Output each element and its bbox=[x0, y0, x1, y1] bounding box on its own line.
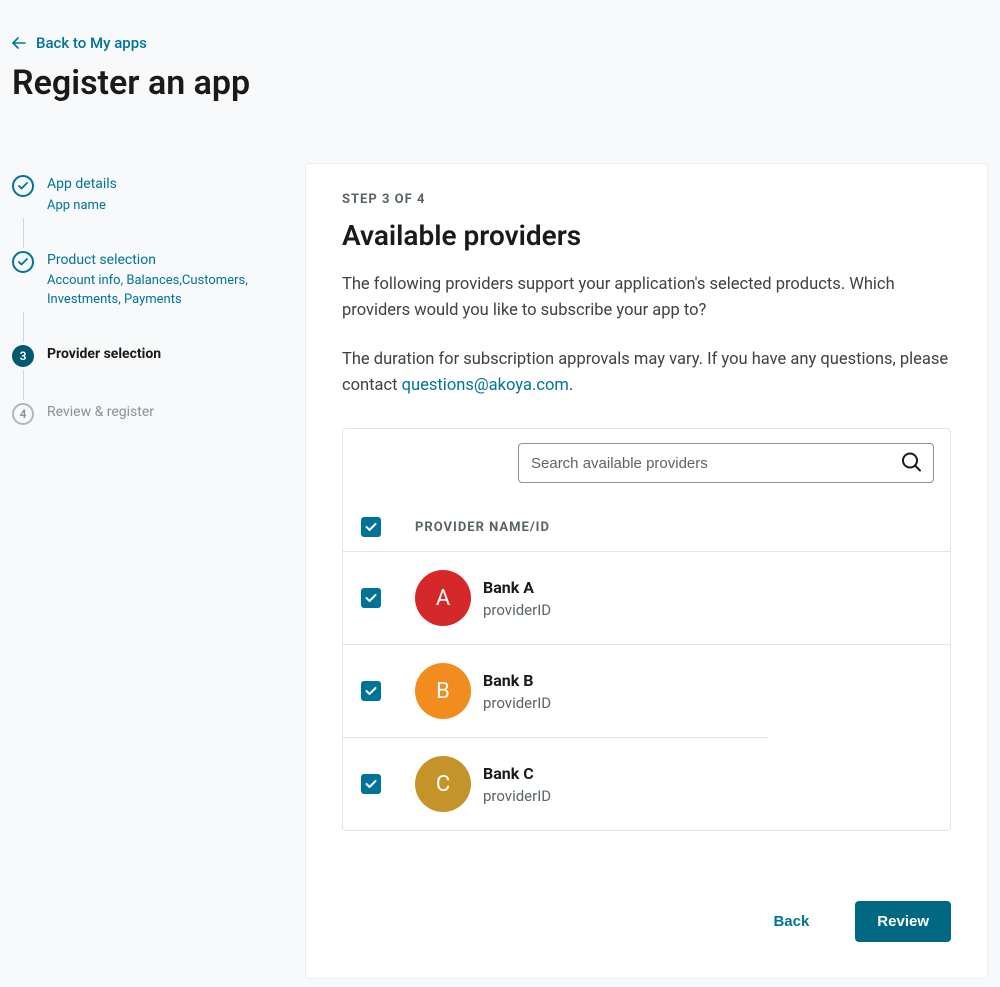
check-circle-icon bbox=[12, 175, 34, 197]
back-link-label: Back to My apps bbox=[36, 34, 147, 52]
back-to-apps-link[interactable]: Back to My apps bbox=[12, 34, 147, 52]
provider-id: providerID bbox=[483, 601, 551, 619]
step-product-selection[interactable]: Product selection Account info, Balances… bbox=[12, 251, 257, 309]
provider-name: Bank B bbox=[483, 671, 551, 690]
card-title: Available providers bbox=[342, 219, 951, 252]
arrow-left-icon bbox=[12, 37, 26, 49]
row-checkbox[interactable] bbox=[361, 588, 381, 608]
step-label: App details bbox=[47, 175, 117, 195]
step-number-badge: 3 bbox=[12, 345, 34, 367]
contact-email-link[interactable]: questions@akoya.com bbox=[402, 376, 569, 395]
search-button[interactable] bbox=[896, 447, 926, 480]
review-button[interactable]: Review bbox=[855, 901, 951, 942]
provider-avatar: B bbox=[415, 663, 471, 719]
step-sublabel: App name bbox=[47, 197, 117, 215]
table-row: A Bank A providerID bbox=[343, 552, 950, 645]
step-label: Product selection bbox=[47, 251, 257, 271]
provider-id: providerID bbox=[483, 787, 551, 805]
page-title: Register an app bbox=[12, 63, 988, 103]
step-connector bbox=[23, 312, 24, 342]
step-eyebrow: STEP 3 OF 4 bbox=[342, 192, 951, 207]
search-input[interactable] bbox=[518, 443, 934, 483]
row-checkbox[interactable] bbox=[361, 774, 381, 794]
step-review-register: 4 Review & register bbox=[12, 403, 257, 425]
table-header-row: PROVIDER NAME/ID bbox=[343, 503, 950, 552]
step-sublabel: Account info, Balances,Customers, Invest… bbox=[47, 272, 257, 308]
provider-avatar: A bbox=[415, 570, 471, 626]
step-number-badge: 4 bbox=[12, 403, 34, 425]
main-card: STEP 3 OF 4 Available providers The foll… bbox=[305, 163, 988, 979]
provider-name: Bank A bbox=[483, 578, 551, 597]
row-checkbox[interactable] bbox=[361, 681, 381, 701]
table-row: C Bank C providerID bbox=[343, 738, 950, 830]
card-description-1: The following providers support your app… bbox=[342, 272, 951, 323]
step-connector bbox=[23, 370, 24, 400]
column-header-provider: PROVIDER NAME/ID bbox=[415, 520, 550, 535]
step-app-details[interactable]: App details App name bbox=[12, 175, 257, 215]
provider-name: Bank C bbox=[483, 764, 551, 783]
back-button[interactable]: Back bbox=[773, 913, 809, 930]
step-label: Provider selection bbox=[47, 345, 161, 365]
avatar-initial: B bbox=[436, 679, 450, 704]
step-connector bbox=[23, 218, 24, 248]
search-icon bbox=[900, 451, 922, 476]
stepper: App details App name Product selection A… bbox=[12, 163, 257, 425]
avatar-initial: A bbox=[436, 586, 450, 611]
step-label: Review & register bbox=[47, 403, 154, 423]
providers-table: PROVIDER NAME/ID A Bank A providerID B Bank … bbox=[342, 428, 951, 831]
provider-avatar: C bbox=[415, 756, 471, 812]
table-row: B Bank B providerID bbox=[343, 645, 768, 738]
avatar-initial: C bbox=[436, 772, 450, 797]
provider-id: providerID bbox=[483, 694, 551, 712]
card-description-2: The duration for subscription approvals … bbox=[342, 347, 951, 398]
check-circle-icon bbox=[12, 251, 34, 273]
select-all-checkbox[interactable] bbox=[361, 517, 381, 537]
step-provider-selection[interactable]: 3 Provider selection bbox=[12, 345, 257, 367]
